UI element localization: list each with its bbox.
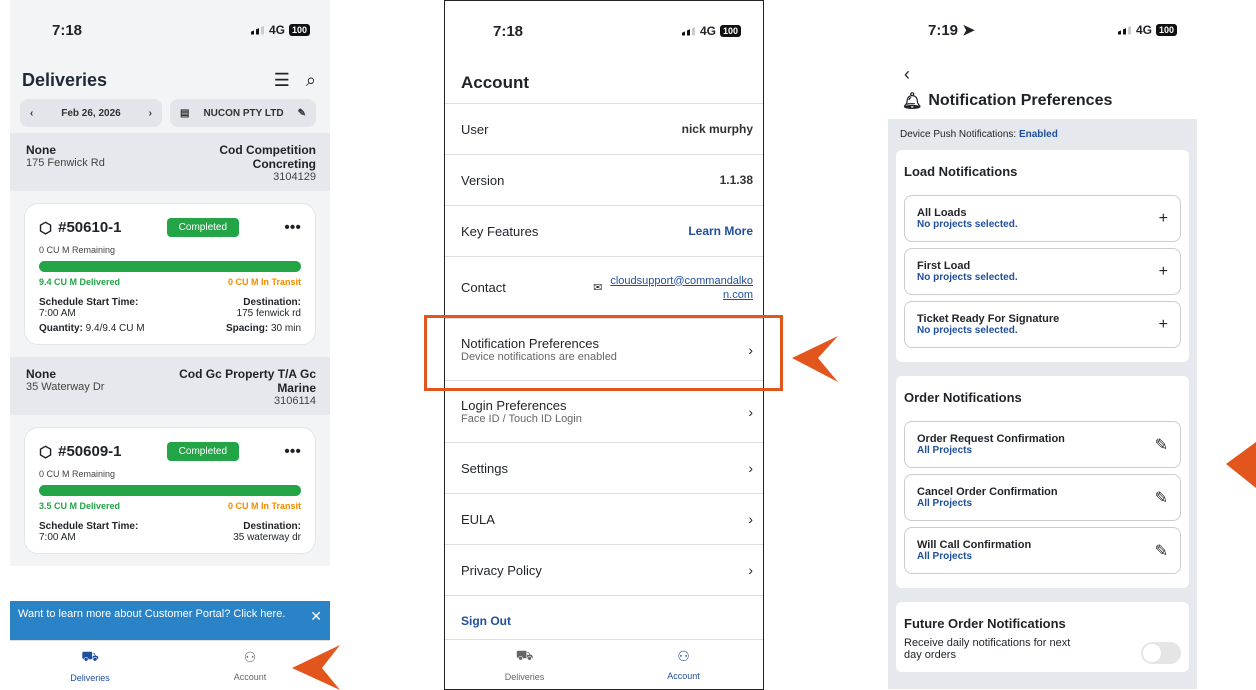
annotation-arrows [292, 336, 1256, 690]
arrow-icon [792, 336, 838, 382]
arrow-icon [292, 645, 340, 690]
arrow-icon [1226, 442, 1256, 488]
